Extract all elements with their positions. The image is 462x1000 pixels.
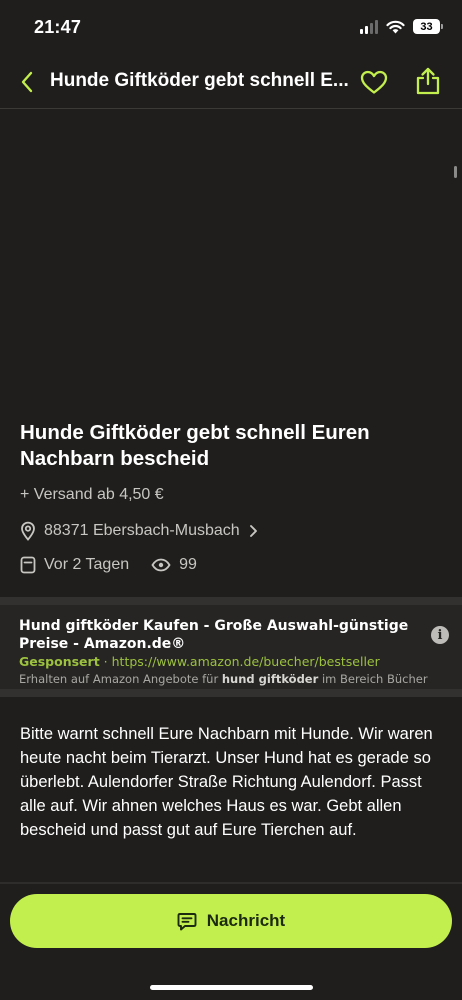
sponsored-desc-prefix: Erhalten auf Amazon Angebote für [19, 672, 219, 686]
sponsored-headline[interactable]: Hund giftköder Kaufen - Große Auswahl-gü… [19, 617, 429, 653]
nav-bar: Hunde Giftköder gebt schnell E... [0, 56, 462, 109]
listing-meta: Vor 2 Tagen 99 [20, 553, 197, 577]
chevron-right-icon [249, 525, 257, 537]
posted-text: Vor 2 Tagen [44, 556, 130, 573]
location-link[interactable]: 88371 Ebersbach-Musbach [20, 518, 258, 544]
listing-description: Bitte warnt schnell Eure Nachbarn mit Hu… [20, 725, 433, 839]
nav-title: Hunde Giftköder gebt schnell E... [50, 70, 349, 91]
shipping-price: + Versand ab 4,50 € [20, 486, 164, 503]
heart-icon [360, 70, 388, 94]
location-text: 88371 Ebersbach-Musbach [44, 522, 240, 539]
favorite-button[interactable] [358, 67, 390, 97]
cellular-signal-icon [360, 19, 378, 34]
home-indicator [150, 985, 313, 990]
message-button-label: Nachricht [206, 911, 286, 930]
sponsored-description: Erhalten auf Amazon Angebote für hund gi… [19, 672, 428, 686]
eye-icon [151, 558, 171, 572]
bottom-divider [0, 882, 462, 884]
view-count: 99 [151, 556, 197, 574]
calendar-icon [20, 556, 36, 574]
wifi-icon [386, 20, 405, 33]
sponsored-desc-keyword: hund giftköder [221, 672, 319, 686]
scroll-indicator [454, 166, 457, 178]
location-pin-icon [21, 521, 35, 541]
message-button[interactable]: Nachricht [10, 894, 452, 948]
sponsored-label: Gesponsert [19, 654, 100, 669]
posted-date: Vor 2 Tagen [20, 556, 129, 574]
sponsored-desc-suffix: im Bereich Bücher [321, 672, 428, 686]
status-bar: 21:47 33 [0, 0, 462, 56]
chevron-left-icon [21, 71, 33, 93]
message-icon [177, 912, 197, 930]
sponsored-url[interactable]: https://www.amazon.de/buecher/bestseller [112, 654, 380, 669]
sponsored-ad[interactable]: Hund giftköder Kaufen - Große Auswahl-gü… [0, 597, 462, 697]
status-icons: 33 [360, 19, 443, 34]
info-icon[interactable]: i [431, 626, 449, 644]
sponsored-source: Gesponsert · https://www.amazon.de/buech… [19, 654, 380, 669]
listing-title: Hunde Giftköder gebt schnell Euren Nachb… [20, 421, 370, 470]
listing-image-area[interactable] [0, 110, 462, 395]
share-icon [416, 67, 440, 95]
share-button[interactable] [412, 65, 444, 97]
sponsored-separator: · [103, 654, 108, 669]
views-text: 99 [179, 556, 197, 573]
back-button[interactable] [14, 68, 40, 96]
battery-icon: 33 [413, 19, 443, 34]
status-time: 21:47 [34, 17, 82, 37]
